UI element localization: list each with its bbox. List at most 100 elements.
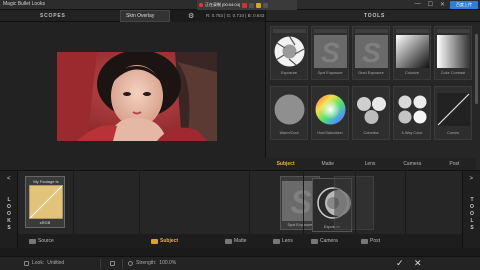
- tool-label: Grad Exposure: [358, 71, 384, 75]
- chain-slot-matte: [250, 171, 304, 235]
- tool-exposure[interactable]: Exposure: [270, 26, 308, 80]
- subject-icon: [151, 238, 158, 244]
- three-way-icon: [355, 93, 388, 126]
- tool-label: Warm/Cool: [279, 131, 299, 135]
- chain-category-post[interactable]: Post: [358, 236, 383, 246]
- four-way-icon: [396, 93, 429, 126]
- tool-spot-exposure[interactable]: S Spot Exposure: [311, 26, 349, 80]
- chain-category-matte[interactable]: Matte: [222, 236, 250, 246]
- footage-card[interactable]: My Footage Is sRGB: [25, 176, 65, 228]
- tool-label: Exposure: [280, 71, 298, 75]
- camera-icon: [311, 238, 318, 244]
- look-label: Look:: [32, 260, 45, 266]
- letter: L: [7, 197, 11, 203]
- chain-category-subject[interactable]: Subject: [148, 236, 181, 246]
- chain-slot-post: [406, 171, 462, 235]
- tools-category-post[interactable]: Post: [433, 158, 477, 170]
- lens-icon: [273, 238, 280, 244]
- skin-overlay-label: Skin Overlay: [126, 13, 155, 19]
- tool-label: Hue/Saturation: [317, 131, 343, 135]
- tool-label: Colorize: [405, 71, 419, 75]
- tool-warm-cool[interactable]: Warm/Cool: [270, 86, 308, 140]
- tools-scrollbar[interactable]: [475, 34, 478, 104]
- tools-side-panel[interactable]: > T O O L S: [462, 170, 480, 248]
- screen-icon[interactable]: [262, 2, 268, 8]
- screen-recorder-bar[interactable]: 正在录制 [00:04:04]: [197, 0, 297, 10]
- chain-category-label: Source: [38, 238, 54, 244]
- chain-slot-source: My Footage Is sRGB: [18, 171, 74, 235]
- tool-colorize[interactable]: Colorize: [393, 26, 431, 80]
- chain-category-lens[interactable]: Lens: [270, 236, 296, 246]
- chain-category-label: Post: [370, 238, 381, 244]
- gradient-icon: [396, 35, 429, 68]
- tools-category-camera[interactable]: Camera: [391, 158, 434, 170]
- pause-record-icon[interactable]: [248, 2, 254, 8]
- s-icon: S: [355, 35, 388, 68]
- letter: O: [470, 204, 474, 210]
- tool-4-way-color[interactable]: 4-Way Color: [393, 86, 431, 140]
- strength-label: Strength:: [136, 260, 157, 266]
- looks-side-panel[interactable]: < L O O K S: [0, 170, 18, 248]
- tool-label: Colorista: [363, 131, 379, 135]
- minimize-button[interactable]: —: [415, 1, 421, 8]
- tools-category-matte[interactable]: Matte: [307, 158, 350, 170]
- s-icon: S: [314, 35, 347, 68]
- tools-category-subject[interactable]: Subject: [265, 158, 308, 170]
- footage-label: My Footage Is: [33, 179, 59, 184]
- chain-category-camera[interactable]: Camera: [308, 236, 341, 246]
- looks-expand-arrow[interactable]: <: [7, 176, 11, 182]
- tool-grad-exposure[interactable]: S Grad Exposure: [352, 26, 390, 80]
- tool-cap: [273, 29, 306, 33]
- chain-category-label: Camera: [320, 238, 338, 244]
- tool-cap: [396, 29, 429, 33]
- title-bar: Magic Bullet Looks 正在录制 [00:04:04] — ☐ ✕…: [0, 0, 480, 10]
- preview-image: [57, 52, 217, 141]
- letter: T: [470, 197, 474, 203]
- record-dot-icon: [199, 3, 203, 7]
- tool-color-contrast[interactable]: Color Contrast: [434, 26, 472, 80]
- gradient-icon: [437, 35, 470, 68]
- recorder-status: 正在录制 [00:04:04]: [205, 2, 240, 7]
- stop-record-icon[interactable]: [241, 2, 247, 8]
- save-look-icon[interactable]: [110, 261, 115, 266]
- tool-label: Color Contrast: [440, 71, 466, 75]
- tool-label: Curves: [446, 131, 460, 135]
- x-icon[interactable]: ✕: [414, 258, 422, 269]
- tool-curves[interactable]: Curves: [434, 86, 472, 140]
- tool-label: 4-Way Color: [401, 131, 423, 135]
- chain-slot-subject: S Spot Exposure Exposure: [140, 171, 374, 235]
- tools-category-lens[interactable]: Lens: [349, 158, 392, 170]
- tool-label: Spot Exposure: [317, 71, 343, 75]
- aperture-icon: [273, 35, 306, 68]
- strength-control[interactable]: Strength: 100.0%: [128, 260, 176, 266]
- scopes-header[interactable]: SCOPES: [0, 10, 120, 22]
- chain-category-source[interactable]: Source: [26, 236, 57, 246]
- source-icon: [29, 238, 36, 244]
- letter: K: [7, 218, 11, 224]
- svg-text:S: S: [321, 37, 340, 68]
- look-name[interactable]: Look: Untitled: [24, 260, 64, 266]
- letter: L: [470, 218, 474, 224]
- maximize-button[interactable]: ☐: [428, 1, 433, 8]
- tool-hue-saturation[interactable]: Hue/Saturation: [311, 86, 349, 140]
- color-wheel-icon: [314, 93, 347, 126]
- curve-icon: [437, 93, 470, 126]
- tool-cap: [355, 29, 388, 33]
- letter: S: [470, 225, 474, 231]
- scopes-title: SCOPES: [40, 13, 66, 19]
- tools-expand-arrow[interactable]: >: [469, 176, 473, 182]
- matte-icon: [225, 238, 232, 244]
- gear-icon[interactable]: ⚙: [188, 12, 194, 20]
- strength-value[interactable]: 100.0%: [159, 260, 176, 266]
- post-icon: [361, 238, 368, 244]
- camera-icon[interactable]: [255, 2, 261, 8]
- skin-overlay-tab[interactable]: Skin Overlay: [120, 10, 170, 22]
- check-icon[interactable]: ✓: [396, 258, 404, 269]
- strength-icon: [128, 260, 133, 266]
- upload-badge[interactable]: 百度上传: [450, 1, 478, 9]
- tools-panel: TOOLS Exposure S Spot Exposure S Grad Ex…: [265, 10, 480, 170]
- close-button[interactable]: ✕: [440, 1, 445, 8]
- tool-colorista[interactable]: Colorista: [352, 86, 390, 140]
- tools-header: TOOLS: [266, 10, 480, 22]
- chain-category-label: Subject: [160, 238, 179, 244]
